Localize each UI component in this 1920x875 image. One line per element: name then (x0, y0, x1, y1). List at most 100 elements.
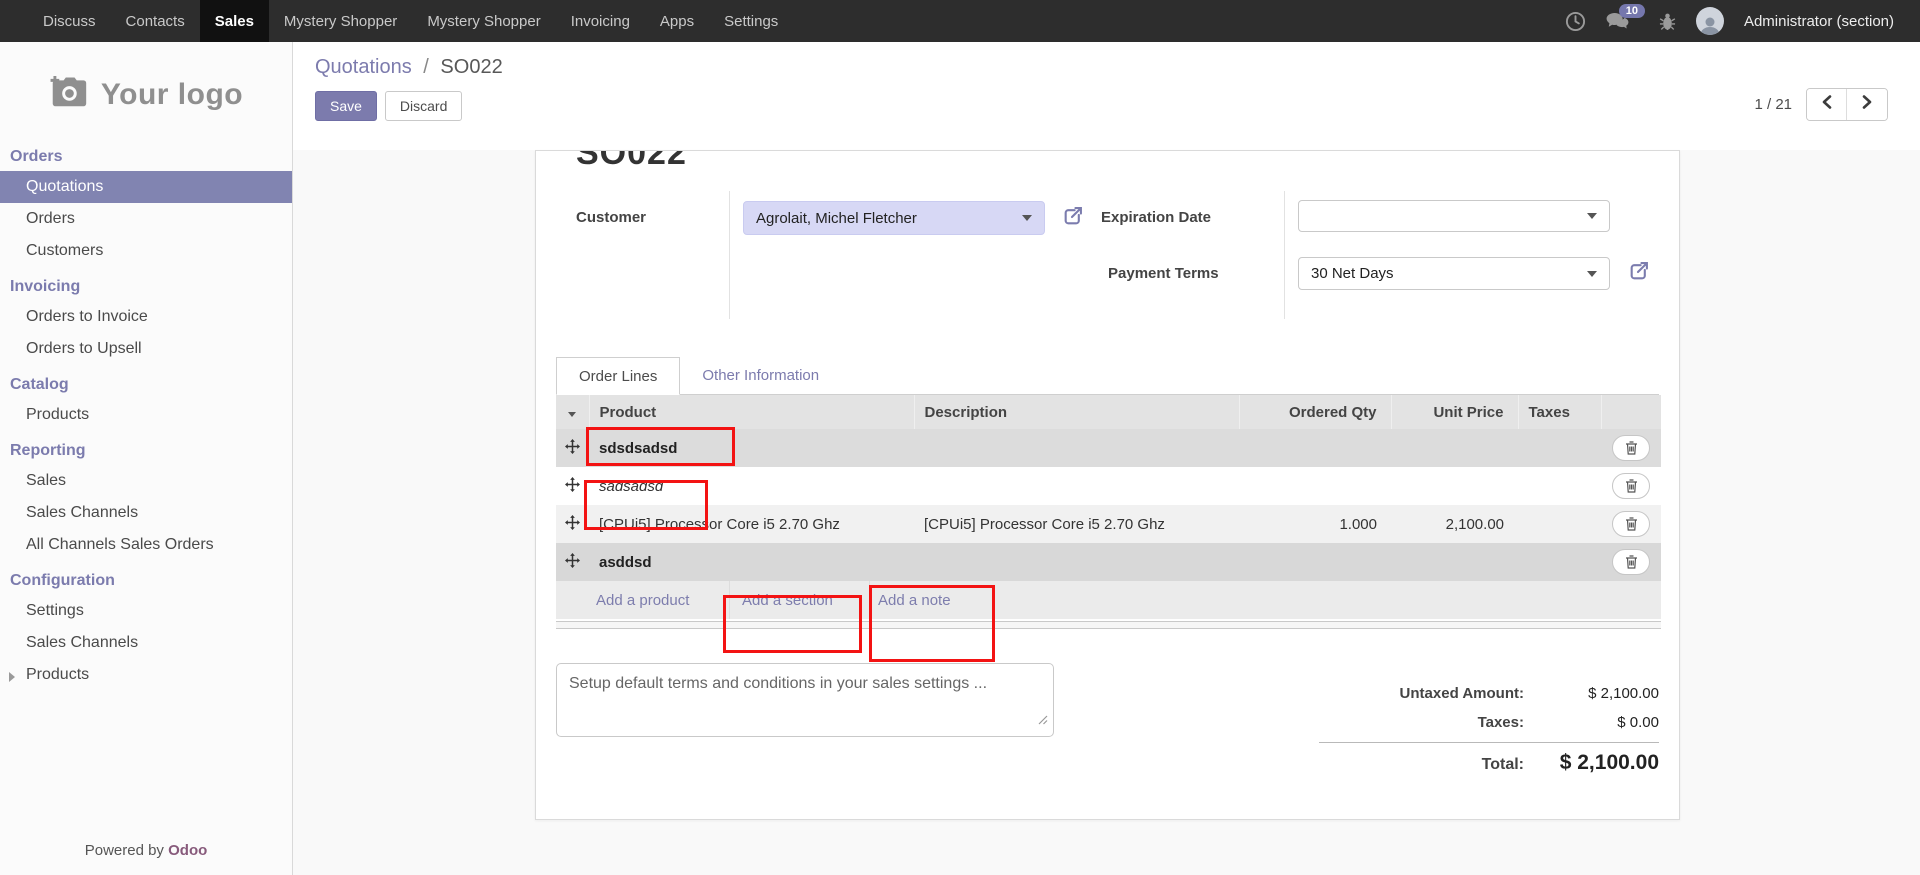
customer-external-link-icon[interactable] (1062, 206, 1083, 231)
delete-line-button[interactable] (1612, 435, 1650, 461)
payment-terms-select[interactable]: 30 Net Days (1298, 257, 1610, 290)
add-a-note-link[interactable]: Add a note (869, 581, 999, 619)
menu-heading-reporting: Reporting (0, 431, 292, 465)
sidebar-item-sales-channels-report[interactable]: Sales Channels (0, 497, 292, 529)
resize-grip-icon[interactable] (1038, 709, 1048, 732)
unit-price-cell[interactable]: 2,100.00 (1391, 505, 1518, 543)
caret-down-icon (1022, 215, 1032, 221)
payment-terms-label: Payment Terms (1108, 265, 1219, 282)
sidebar-item-products[interactable]: Products (0, 399, 292, 431)
user-menu[interactable] (1696, 7, 1724, 35)
menu-heading-invoicing: Invoicing (0, 267, 292, 301)
nav-item-settings[interactable]: Settings (709, 0, 793, 42)
optional-columns-toggle[interactable] (556, 395, 589, 429)
tab-other-information[interactable]: Other Information (680, 357, 841, 394)
empty-cell (1518, 543, 1601, 581)
payment-terms-external-link-icon[interactable] (1628, 261, 1649, 286)
drag-handle-icon[interactable] (556, 505, 589, 543)
untaxed-amount-label: Untaxed Amount: (1400, 685, 1524, 702)
order-line-section-2[interactable]: asddsd (556, 543, 1661, 581)
customer-select[interactable]: Agrolait, Michel Fletcher (743, 201, 1045, 235)
order-line-section-1[interactable]: sdsdsadsd (556, 429, 1661, 467)
column-header-product[interactable]: Product (589, 395, 914, 429)
breadcrumb-current: SO022 (440, 56, 502, 78)
sidebar-item-orders[interactable]: Orders (0, 203, 292, 235)
nav-item-contacts[interactable]: Contacts (111, 0, 200, 42)
column-header-actions (1601, 395, 1661, 429)
messages-icon[interactable]: 10 (1606, 12, 1629, 31)
drag-handle-icon[interactable] (556, 429, 589, 467)
sidebar-item-customers[interactable]: Customers (0, 235, 292, 267)
quotation-sheet: SO022 Customer Agrolait, Michel Fletcher (535, 150, 1680, 820)
column-header-ordered-qty[interactable]: Ordered Qty (1239, 395, 1391, 429)
delete-line-button[interactable] (1612, 549, 1650, 575)
powered-by-prefix: Powered by (85, 842, 164, 859)
empty-cell (1239, 467, 1391, 505)
empty-cell (914, 543, 1239, 581)
sidebar-item-products-config[interactable]: Products (0, 659, 292, 691)
column-header-taxes[interactable]: Taxes (1518, 395, 1601, 429)
product-cell[interactable]: [CPUi5] Processor Core i5 2.70 Ghz (589, 505, 914, 543)
empty-cell (1239, 543, 1391, 581)
nav-item-invoicing[interactable]: Invoicing (556, 0, 645, 42)
sidebar-item-sales-report[interactable]: Sales (0, 465, 292, 497)
description-cell[interactable]: [CPUi5] Processor Core i5 2.70 Ghz (914, 505, 1239, 543)
nav-item-mystery-shopper-1[interactable]: Mystery Shopper (269, 0, 412, 42)
drag-handle-icon[interactable] (556, 467, 589, 505)
form-view-background: SO022 Customer Agrolait, Michel Fletcher (293, 150, 1920, 875)
customer-label: Customer (576, 209, 646, 226)
odoo-app-window: Discuss Contacts Sales Mystery Shopper M… (0, 0, 1920, 875)
previous-record-button[interactable] (1807, 89, 1847, 120)
section-name-cell[interactable]: sdsdsadsd (589, 429, 914, 467)
record-pager: 1 / 21 (1754, 88, 1888, 121)
sidebar-item-orders-to-invoice[interactable]: Orders to Invoice (0, 301, 292, 333)
control-panel: Quotations / SO022 Save Discard 1 / 21 (293, 42, 1920, 150)
user-name[interactable]: Administrator (section) (1744, 13, 1894, 30)
clock-icon[interactable] (1565, 11, 1586, 32)
horizontal-scrollbar[interactable] (556, 621, 1661, 629)
sidebar-item-all-channels-sales-orders[interactable]: All Channels Sales Orders (0, 529, 292, 561)
order-line-product[interactable]: [CPUi5] Processor Core i5 2.70 Ghz [CPUi… (556, 505, 1661, 543)
discard-button[interactable]: Discard (385, 91, 462, 121)
bug-icon[interactable] (1659, 12, 1676, 31)
nav-item-apps[interactable]: Apps (645, 0, 709, 42)
sidebar-item-products-config-label: Products (26, 666, 89, 683)
nav-item-sales[interactable]: Sales (200, 0, 269, 42)
drag-handle-icon[interactable] (556, 543, 589, 581)
company-logo[interactable]: Your logo (10, 76, 282, 113)
odoo-brand-link[interactable]: Odoo (168, 842, 207, 859)
breadcrumb-quotations-link[interactable]: Quotations (315, 56, 412, 78)
sidebar: Your logo Orders Quotations Orders Custo… (0, 42, 293, 875)
note-text-cell[interactable]: sadsadsd (589, 467, 914, 505)
delete-line-button[interactable] (1612, 511, 1650, 537)
section-name-cell[interactable]: asddsd (589, 543, 914, 581)
sidebar-menu: Orders Quotations Orders Customers Invoi… (0, 137, 292, 691)
sidebar-item-sales-channels-config[interactable]: Sales Channels (0, 627, 292, 659)
taxes-label: Taxes: (1478, 714, 1524, 731)
empty-cell (1391, 467, 1518, 505)
column-header-unit-price[interactable]: Unit Price (1391, 395, 1518, 429)
notebook-tabs: Order Lines Other Information (556, 357, 1659, 395)
terms-textarea[interactable]: Setup default terms and conditions in yo… (556, 663, 1054, 737)
tab-order-lines[interactable]: Order Lines (556, 357, 680, 395)
next-record-button[interactable] (1847, 89, 1887, 120)
empty-cell (1518, 429, 1601, 467)
ordered-qty-cell[interactable]: 1.000 (1239, 505, 1391, 543)
save-button[interactable]: Save (315, 91, 377, 121)
nav-item-mystery-shopper-2[interactable]: Mystery Shopper (412, 0, 555, 42)
empty-cell (1518, 467, 1601, 505)
add-a-section-link[interactable]: Add a section (729, 581, 869, 619)
expiration-date-select[interactable] (1298, 200, 1610, 232)
order-line-note[interactable]: sadsadsd (556, 467, 1661, 505)
record-title-text: SO022 (576, 151, 687, 170)
taxes-cell[interactable] (1518, 505, 1601, 543)
sidebar-item-quotations[interactable]: Quotations (0, 171, 292, 203)
column-header-description[interactable]: Description (914, 395, 1239, 429)
nav-item-discuss[interactable]: Discuss (28, 0, 111, 42)
delete-line-button[interactable] (1612, 473, 1650, 499)
empty-cell (1391, 429, 1518, 467)
sidebar-item-settings[interactable]: Settings (0, 595, 292, 627)
add-a-product-link[interactable]: Add a product (589, 581, 729, 619)
sidebar-item-orders-to-upsell[interactable]: Orders to Upsell (0, 333, 292, 365)
avatar (1696, 7, 1724, 35)
